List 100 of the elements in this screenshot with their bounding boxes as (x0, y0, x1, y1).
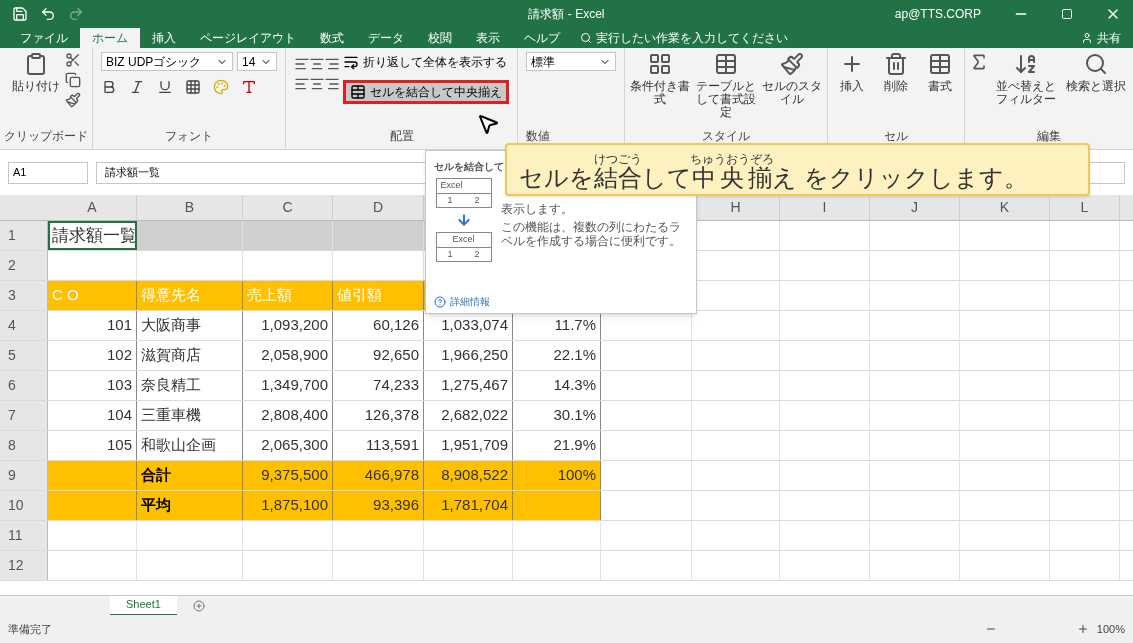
align-icon[interactable] (324, 56, 340, 72)
table-cell[interactable] (48, 491, 137, 520)
table-cell[interactable]: 30.1% (513, 401, 601, 430)
details-link[interactable]: 詳細情報 (450, 294, 490, 309)
table-cell[interactable]: 93,396 (333, 491, 424, 520)
row-header[interactable]: 10 (0, 491, 48, 520)
sheet-tab[interactable]: Sheet1 (110, 595, 177, 616)
row-header[interactable]: 4 (0, 311, 48, 340)
ribbon-button[interactable]: 削除 (876, 52, 916, 93)
font-name-field[interactable]: BIZ UDPゴシック (101, 52, 233, 71)
save-icon[interactable] (12, 6, 28, 22)
zoom-level[interactable]: 100% (1096, 620, 1125, 638)
table-cell[interactable]: 22.1% (513, 341, 601, 370)
row-header[interactable]: 7 (0, 401, 48, 430)
ribbon-button[interactable]: 並べ替えとフィルター (993, 52, 1059, 106)
table-cell[interactable]: 1,875,100 (243, 491, 333, 520)
align-icon[interactable] (309, 76, 325, 92)
ribbon-button[interactable]: 条件付き書式 (629, 52, 691, 119)
bold-icon[interactable] (101, 79, 117, 95)
maximize-icon[interactable] (1061, 8, 1073, 20)
table-cell[interactable]: 三重車機 (137, 401, 243, 430)
wrap-text-button[interactable]: 折り返して全体を表示する (363, 53, 507, 71)
table-cell[interactable]: 1,349,700 (243, 371, 333, 400)
table-cell[interactable]: 奈良精工 (137, 371, 243, 400)
table-cell[interactable]: 8,908,522 (424, 461, 513, 490)
table-cell[interactable]: 9,375,500 (243, 461, 333, 490)
table-cell[interactable]: 請求額一覧 (48, 221, 137, 250)
table-cell[interactable]: 103 (48, 371, 137, 400)
ribbon-button[interactable]: 挿入 (832, 52, 872, 93)
table-cell[interactable]: 101 (48, 311, 137, 340)
underline-icon[interactable] (157, 79, 173, 95)
table-cell[interactable]: 滋賀商店 (137, 341, 243, 370)
ribbon-button[interactable]: 検索と選択 (1063, 52, 1129, 106)
copy-icon[interactable] (65, 72, 81, 88)
column-header[interactable]: B (137, 195, 243, 220)
fill-color-icon[interactable] (213, 79, 229, 95)
table-cell[interactable]: 104 (48, 401, 137, 430)
table-cell[interactable]: 合計 (137, 461, 243, 490)
row-header[interactable]: 3 (0, 281, 48, 310)
row-header[interactable]: 1 (0, 221, 48, 250)
row-header[interactable]: 2 (0, 251, 48, 280)
ribbon-tab[interactable]: 表示 (464, 28, 512, 48)
table-cell[interactable]: 113,591 (333, 431, 424, 460)
ribbon-button[interactable]: 書式 (920, 52, 960, 93)
ribbon-tab[interactable]: 校閲 (416, 28, 464, 48)
table-cell[interactable]: 21.9% (513, 431, 601, 460)
table-cell[interactable]: 1,275,467 (424, 371, 513, 400)
merge-center-button[interactable]: セルを結合して中央揃え (343, 80, 509, 104)
table-cell[interactable]: 大阪商事 (137, 311, 243, 340)
ribbon-button[interactable]: 貼り付け (11, 52, 61, 108)
column-header[interactable]: A (48, 195, 137, 220)
format-painter-icon[interactable] (65, 92, 81, 108)
ribbon-tab[interactable]: 挿入 (140, 28, 188, 48)
account-name[interactable]: ap@TTS.CORP (894, 6, 981, 22)
table-cell[interactable]: 92,650 (333, 341, 424, 370)
font-color-icon[interactable] (241, 79, 257, 95)
table-cell[interactable]: 1,781,704 (424, 491, 513, 520)
border-icon[interactable] (185, 79, 201, 95)
font-size-field[interactable]: 14 (237, 52, 277, 71)
share-button[interactable]: 共有 (1093, 28, 1125, 48)
table-cell[interactable]: 2,682,022 (424, 401, 513, 430)
table-cell[interactable]: 平均 (137, 491, 243, 520)
table-cell[interactable]: 105 (48, 431, 137, 460)
undo-icon[interactable] (40, 6, 56, 22)
align-icon[interactable] (294, 56, 310, 72)
align-icon[interactable] (324, 76, 340, 92)
ribbon-tab[interactable]: データ (356, 28, 416, 48)
add-sheet-icon[interactable] (192, 599, 205, 612)
table-cell[interactable] (48, 461, 137, 490)
row-header[interactable]: 9 (0, 461, 48, 490)
row-header[interactable]: 12 (0, 551, 48, 580)
row-header[interactable]: 6 (0, 371, 48, 400)
cut-icon[interactable] (65, 52, 81, 68)
ribbon-tab[interactable]: ファイル (8, 28, 80, 48)
ribbon-tab[interactable]: 数式 (308, 28, 356, 48)
number-format-field[interactable]: 標準 (526, 52, 616, 71)
name-box[interactable]: A1 (8, 161, 88, 184)
tell-me-field[interactable]: 実行したい作業を入力してください (596, 29, 816, 47)
column-header[interactable]: D (333, 195, 424, 220)
ribbon-tab[interactable]: ページレイアウト (188, 28, 308, 48)
align-icon[interactable] (309, 56, 325, 72)
ribbon-button[interactable]: テーブルとして書式設定 (695, 52, 757, 119)
table-cell[interactable]: 1,093,200 (243, 311, 333, 340)
table-cell[interactable]: 1,966,250 (424, 341, 513, 370)
table-cell[interactable]: 2,058,900 (243, 341, 333, 370)
table-cell[interactable]: 60,126 (333, 311, 424, 340)
ribbon-tab[interactable]: ホーム (80, 28, 140, 48)
table-cell[interactable]: 和歌山企画 (137, 431, 243, 460)
align-icon[interactable] (294, 76, 310, 92)
table-cell[interactable]: 2,065,300 (243, 431, 333, 460)
table-cell[interactable]: 466,978 (333, 461, 424, 490)
italic-icon[interactable] (129, 79, 145, 95)
table-cell[interactable]: 1,951,709 (424, 431, 513, 460)
ribbon-button[interactable]: セルのスタイル (761, 52, 823, 119)
table-cell[interactable] (513, 491, 601, 520)
ribbon-tab[interactable]: ヘルプ (512, 28, 572, 48)
row-header[interactable]: 5 (0, 341, 48, 370)
row-header[interactable]: 11 (0, 521, 48, 550)
row-header[interactable]: 8 (0, 431, 48, 460)
table-cell[interactable]: 2,808,400 (243, 401, 333, 430)
